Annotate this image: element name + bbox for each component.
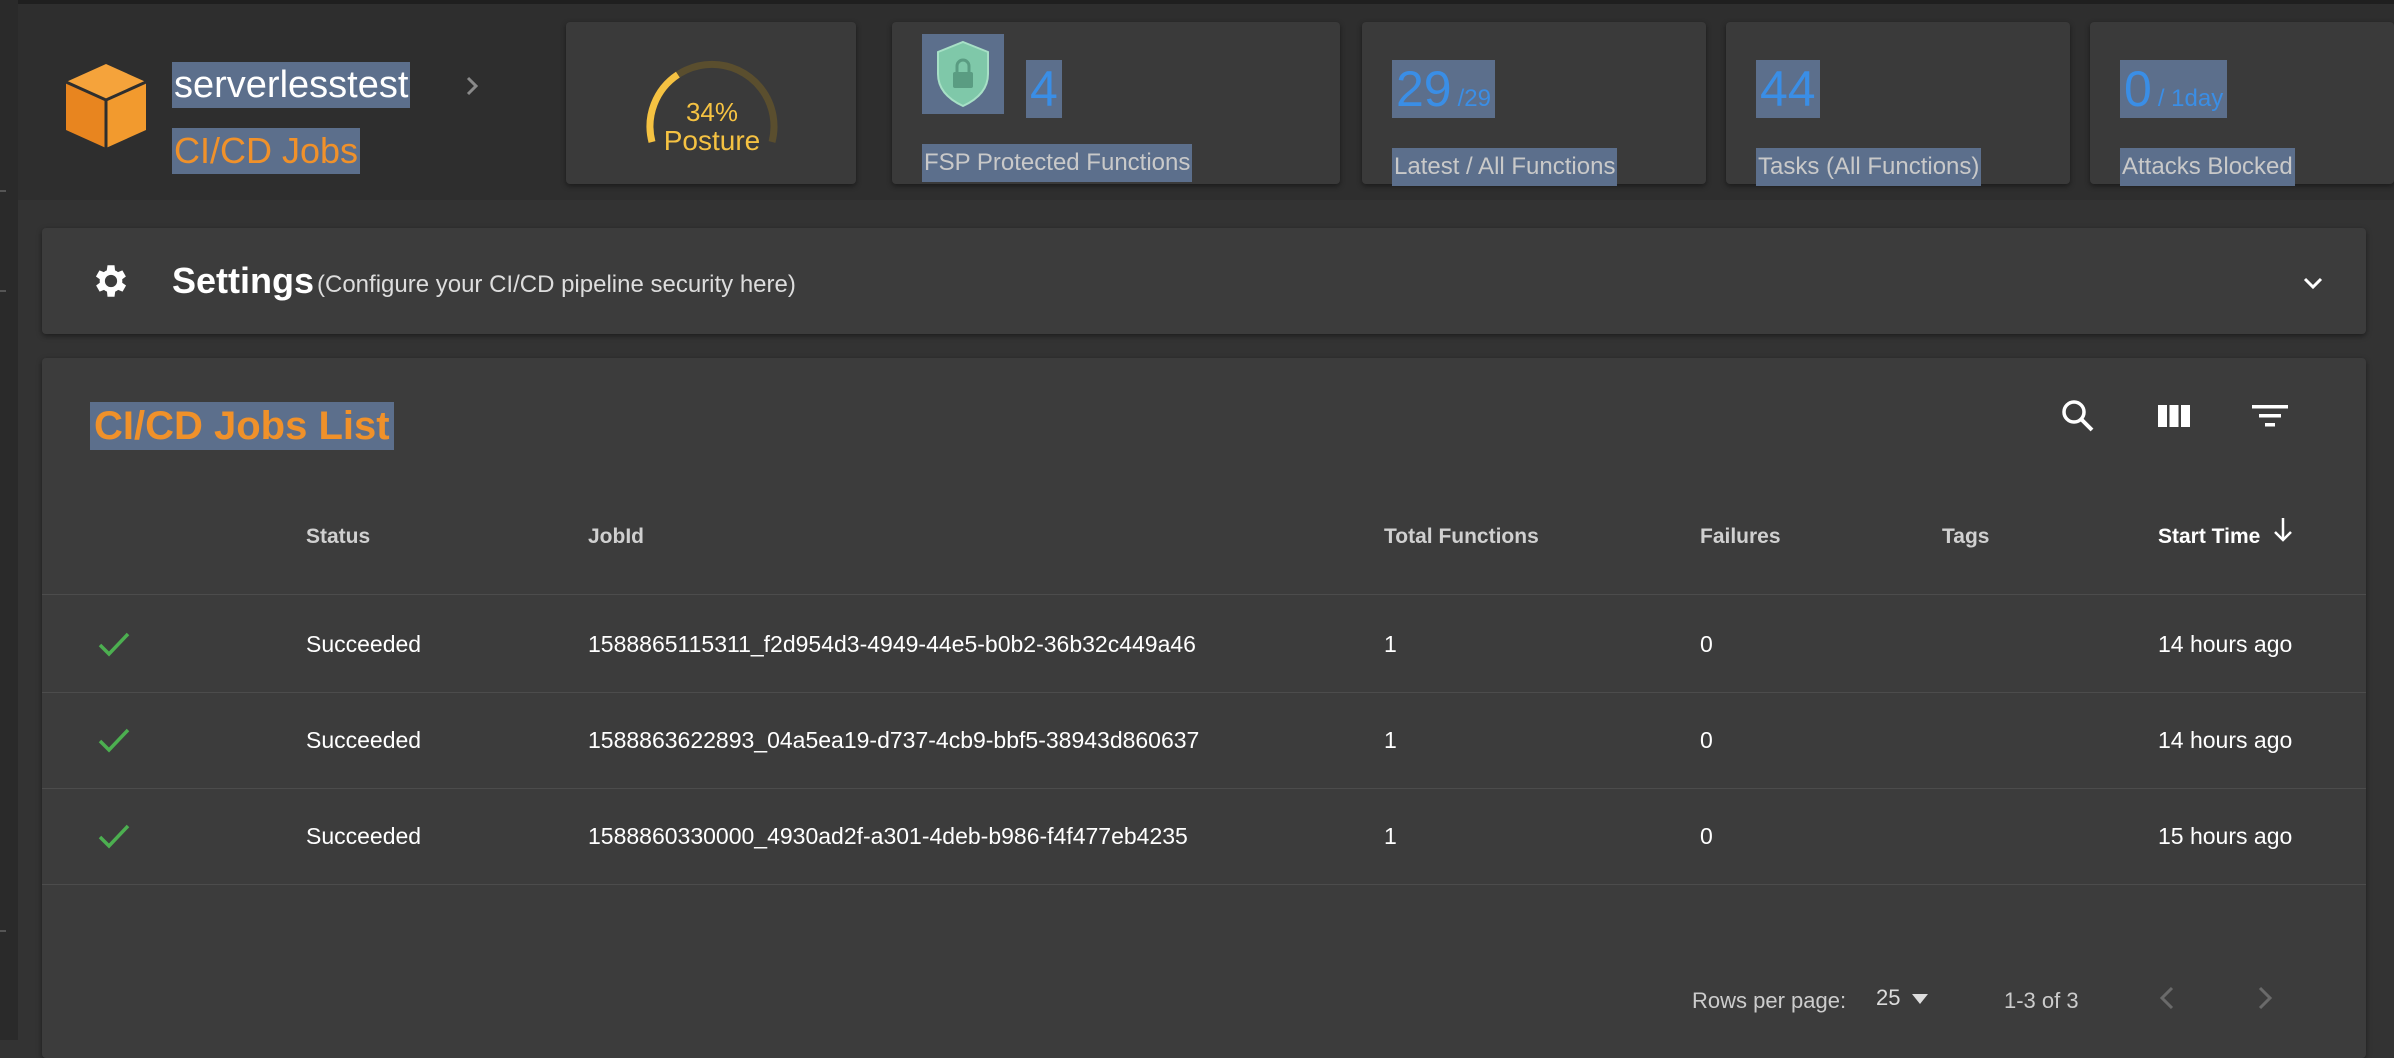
table-divider [42,884,2366,885]
posture-label: Posture [663,125,761,156]
search-icon[interactable] [2058,396,2098,436]
cell-status: Succeeded [306,823,422,849]
page-title: CI/CD Jobs [172,128,361,174]
cell-start-time: 14 hours ago [2158,727,2293,753]
column-header-total-functions[interactable]: Total Functions [1384,522,1539,552]
fsp-protected-card[interactable]: 4 FSP Protected Functions [892,22,1340,184]
check-icon [98,728,130,753]
table-row[interactable]: Succeeded 1588860330000_4930ad2f-a301-4d… [42,788,2366,884]
cell-start-time: 15 hours ago [2158,823,2293,849]
attacks-blocked-value: 0/ 1day [2120,60,2228,118]
settings-panel[interactable]: Settings (Configure your CI/CD pipeline … [42,228,2366,334]
column-header-tags[interactable]: Tags [1942,522,1989,552]
chevron-left-icon[interactable] [2150,980,2186,1016]
attacks-count: 0 [2124,61,2152,117]
settings-title: Settings [172,260,315,301]
cell-status: Succeeded [306,631,422,657]
arrow-down-icon[interactable] [2268,514,2298,548]
latest-functions-card[interactable]: 29/29 Latest / All Functions [1362,22,1706,186]
jobs-list-title: CI/CD Jobs List [90,402,394,450]
fsp-icon-container [922,34,1004,114]
latest-functions-value: 29/29 [1392,60,1495,118]
posture-card[interactable]: 34% Posture [566,22,856,184]
table-row[interactable]: Succeeded 1588863622893_04a5ea19-d737-4c… [42,692,2366,788]
chevron-right-icon[interactable] [2246,980,2282,1016]
filter-list-icon[interactable] [2250,396,2290,436]
cell-start-time: 14 hours ago [2158,631,2293,657]
column-header-jobid[interactable]: JobId [588,522,644,552]
aws-cube-icon [65,64,147,148]
pagination-range: 1-3 of 3 [2004,988,2079,1013]
tasks-label: Tasks (All Functions) [1756,148,1982,186]
tasks-value: 44 [1756,60,1820,118]
nav-marker [0,190,6,192]
attacks-blocked-card[interactable]: 0/ 1day Attacks Blocked [2090,22,2394,186]
cell-total-functions: 1 [1384,823,1397,849]
all-functions-count: /29 [1457,85,1491,112]
cell-failures: 0 [1700,727,1713,753]
rows-per-page-value: 25 [1876,985,1901,1010]
cell-status: Succeeded [306,727,422,753]
rows-per-page-select[interactable]: 25 [1876,980,1934,1016]
check-icon [98,632,130,657]
latest-functions-count: 29 [1396,61,1452,117]
fsp-protected-label: FSP Protected Functions [922,144,1193,182]
project-name-link[interactable]: serverlesstest [172,62,411,108]
column-header-status[interactable]: Status [306,522,370,552]
view-columns-icon[interactable] [2154,396,2194,436]
attacks-blocked-label: Attacks Blocked [2120,148,2295,186]
chevron-down-icon[interactable] [2298,268,2328,298]
attacks-period: / 1day [2157,85,2224,112]
settings-description: (Configure your CI/CD pipeline security … [317,271,796,298]
cell-jobid[interactable]: 1588865115311_f2d954d3-4949-44e5-b0b2-36… [588,628,1196,660]
jobs-table-panel: CI/CD Jobs List Status JobId Total Funct… [42,358,2366,1058]
fsp-protected-count: 4 [1026,60,1062,118]
project-breadcrumb: serverlesstest CI/CD Jobs [60,60,560,180]
cell-total-functions: 1 [1384,727,1397,753]
shield-lock-icon [937,40,989,108]
chevron-right-icon [466,76,479,96]
caret-down-icon [1912,994,1928,1004]
nav-marker [0,930,6,932]
cell-jobid[interactable]: 1588863622893_04a5ea19-d737-4cb9-bbf5-38… [588,724,1199,756]
column-header-failures[interactable]: Failures [1700,522,1781,552]
table-row[interactable]: Succeeded 1588865115311_f2d954d3-4949-44… [42,596,2366,692]
column-header-start-time[interactable]: Start Time [2158,522,2260,552]
dashboard-header: serverlesstest CI/CD Jobs 34% Posture 4 … [18,4,2394,200]
tasks-card[interactable]: 44 Tasks (All Functions) [1726,22,2070,186]
posture-percentage: 34% [685,97,739,127]
latest-functions-label: Latest / All Functions [1392,148,1618,186]
rows-per-page-label: Rows per page: [1692,988,1847,1013]
gear-icon [95,265,127,297]
nav-marker [0,290,6,292]
cell-failures: 0 [1700,823,1713,849]
cell-failures: 0 [1700,631,1713,657]
cell-jobid[interactable]: 1588860330000_4930ad2f-a301-4deb-b986-f4… [588,820,1188,852]
check-icon [98,824,130,849]
table-divider [42,594,2366,595]
left-nav-edge [0,0,18,1040]
cell-total-functions: 1 [1384,631,1397,657]
